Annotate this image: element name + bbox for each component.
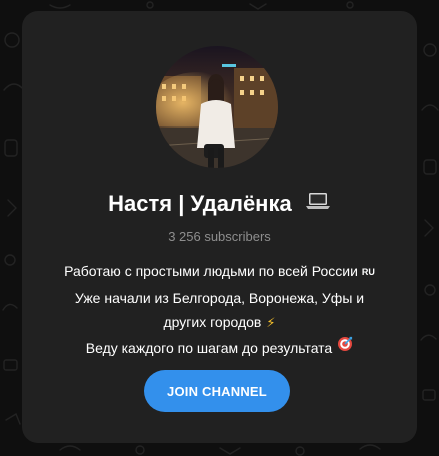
lightning-icon: ⚡ <box>266 315 276 330</box>
channel-description: Работаю с простыми людьми по всей России… <box>22 259 417 361</box>
target-icon <box>337 335 353 360</box>
description-line-4: Веду каждого по шагам до результата <box>22 336 417 362</box>
channel-preview-card: Настя | Удалёнка 3 256 subscribers Работ… <box>22 11 417 443</box>
channel-title-row: Настя | Удалёнка <box>22 191 417 218</box>
laptop-icon <box>305 190 331 216</box>
description-line-2: Уже начали из Белгорода, Воронежа, Уфы и <box>74 289 365 306</box>
russia-flag-icon: RU <box>361 267 375 277</box>
channel-title: Настя | Удалёнка <box>108 191 292 216</box>
subscriber-count: 3 256 subscribers <box>168 229 271 244</box>
channel-avatar <box>156 46 278 168</box>
channel-avatar-photo <box>156 46 278 168</box>
description-line-3: других городов ⚡ <box>22 310 417 336</box>
description-line-1: Работаю с простыми людьми по всей России… <box>64 263 375 279</box>
join-channel-button[interactable]: JOIN CHANNEL <box>144 370 290 412</box>
